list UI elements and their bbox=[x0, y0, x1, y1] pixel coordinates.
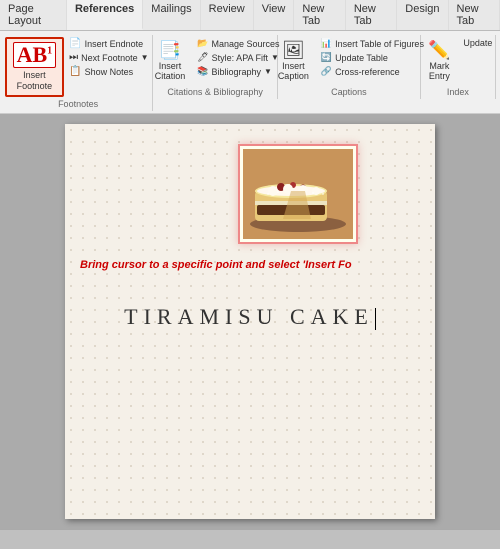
cross-ref-icon: 🔗 bbox=[321, 66, 332, 77]
insert-footnote-button[interactable]: AB1 Insert Footnote bbox=[5, 37, 65, 97]
tab-newtab3[interactable]: New Tab bbox=[449, 0, 500, 30]
cake-image-wrapper bbox=[238, 144, 358, 244]
group-index: ✏️ MarkEntry Update Index bbox=[421, 35, 496, 99]
tab-view[interactable]: View bbox=[254, 0, 295, 30]
document-title: TIRAMISU CAKE bbox=[65, 304, 435, 330]
index-group-label: Index bbox=[447, 87, 469, 97]
mark-entry-label: MarkEntry bbox=[429, 61, 450, 81]
captions-group-label: Captions bbox=[331, 87, 367, 97]
table-figures-icon: 📊 bbox=[321, 38, 332, 49]
citations-small: 📂 Manage Sources 🖊 Style: APA Fift ▼ 📚 B… bbox=[194, 37, 282, 78]
insert-caption-label: InsertCaption bbox=[278, 61, 309, 81]
style-dropdown[interactable]: 🖊 Style: APA Fift ▼ bbox=[194, 51, 282, 64]
update-table-button[interactable]: 🔄 Update Table bbox=[318, 51, 427, 64]
footnotes-buttons: AB1 Insert Footnote 📄 Insert Endnote ⏭ N… bbox=[5, 37, 152, 97]
manage-sources-label: Manage Sources bbox=[211, 39, 279, 49]
update-table-icon: 🔄 bbox=[321, 52, 332, 63]
cross-reference-button[interactable]: 🔗 Cross-reference bbox=[318, 65, 427, 78]
bibliography-button[interactable]: 📚 Bibliography ▼ bbox=[194, 65, 282, 78]
group-captions: 🖼 InsertCaption 📊 Insert Table of Figure… bbox=[278, 35, 421, 99]
document-area: Bring cursor to a specific point and sel… bbox=[0, 114, 500, 529]
ribbon-tab-bar: Page Layout References Mailings Review V… bbox=[0, 0, 500, 31]
cake-image bbox=[243, 149, 353, 239]
text-cursor bbox=[375, 308, 376, 330]
tab-review[interactable]: Review bbox=[201, 0, 254, 30]
next-footnote-button[interactable]: ⏭ Next Footnote ▼ bbox=[66, 51, 151, 64]
tab-references[interactable]: References bbox=[67, 0, 143, 30]
insert-citation-label: InsertCitation bbox=[155, 61, 186, 81]
bibliography-icon: 📚 bbox=[197, 66, 208, 77]
citations-group-label: Citations & Bibliography bbox=[167, 87, 263, 97]
tab-newtab2[interactable]: New Tab bbox=[346, 0, 397, 30]
update-index-label: Update bbox=[463, 38, 492, 48]
instruction-text: Bring cursor to a specific point and sel… bbox=[80, 259, 352, 271]
update-table-label: Update Table bbox=[335, 53, 388, 63]
show-notes-icon: 📋 bbox=[69, 66, 81, 77]
footnotes-group-label: Footnotes bbox=[58, 99, 98, 109]
mark-entry-icon: ✏️ bbox=[428, 41, 450, 59]
show-notes-button[interactable]: 📋 Show Notes bbox=[66, 65, 151, 78]
insert-endnote-button[interactable]: 📄 Insert Endnote bbox=[66, 37, 151, 50]
title-text: TIRAMISU CAKE bbox=[124, 304, 374, 329]
document-page[interactable]: Bring cursor to a specific point and sel… bbox=[65, 124, 435, 519]
insert-table-of-figures-button[interactable]: 📊 Insert Table of Figures bbox=[318, 37, 427, 50]
bibliography-label: Bibliography bbox=[211, 67, 261, 77]
endnote-icon: 📄 bbox=[69, 38, 81, 49]
tab-mailings[interactable]: Mailings bbox=[143, 0, 200, 30]
captions-buttons: 🖼 InsertCaption 📊 Insert Table of Figure… bbox=[271, 37, 427, 85]
status-bar bbox=[0, 529, 500, 549]
insert-citation-button[interactable]: 📑 InsertCitation bbox=[148, 37, 193, 85]
next-footnote-label: Next Footnote bbox=[81, 53, 138, 63]
index-small: Update bbox=[460, 37, 495, 49]
manage-sources-icon: 📂 bbox=[197, 38, 208, 49]
ribbon-content: AB1 Insert Footnote 📄 Insert Endnote ⏭ N… bbox=[0, 31, 500, 113]
next-footnote-icon: ⏭ bbox=[69, 52, 78, 63]
citation-icon: 📑 bbox=[159, 41, 181, 59]
index-buttons: ✏️ MarkEntry Update bbox=[420, 37, 495, 85]
insert-endnote-label: Insert Endnote bbox=[85, 39, 144, 49]
tab-design[interactable]: Design bbox=[397, 0, 448, 30]
insert-footnote-label: Insert Footnote bbox=[13, 70, 57, 92]
group-footnotes: AB1 Insert Footnote 📄 Insert Endnote ⏭ N… bbox=[4, 35, 153, 111]
footnote-icon: AB1 bbox=[13, 42, 57, 68]
tab-newtab1[interactable]: New Tab bbox=[294, 0, 345, 30]
style-icon: 🖊 bbox=[197, 52, 208, 63]
mark-entry-button[interactable]: ✏️ MarkEntry bbox=[420, 37, 458, 85]
show-notes-label: Show Notes bbox=[85, 67, 134, 77]
captions-small: 📊 Insert Table of Figures 🔄 Update Table… bbox=[318, 37, 427, 78]
style-label: Style: APA Fift bbox=[212, 53, 268, 63]
cross-ref-label: Cross-reference bbox=[335, 67, 400, 77]
group-citations: 📑 InsertCitation 📂 Manage Sources 🖊 Styl… bbox=[153, 35, 278, 99]
tab-page-layout[interactable]: Page Layout bbox=[0, 0, 67, 30]
update-index-button[interactable]: Update bbox=[460, 37, 495, 49]
caption-icon: 🖼 bbox=[282, 41, 305, 59]
footnotes-small-buttons: 📄 Insert Endnote ⏭ Next Footnote ▼ 📋 Sho… bbox=[66, 37, 151, 78]
manage-sources-button[interactable]: 📂 Manage Sources bbox=[194, 37, 282, 50]
insert-caption-button[interactable]: 🖼 InsertCaption bbox=[271, 37, 316, 85]
citations-buttons: 📑 InsertCitation 📂 Manage Sources 🖊 Styl… bbox=[148, 37, 283, 85]
table-figures-label: Insert Table of Figures bbox=[335, 39, 424, 49]
ribbon: Page Layout References Mailings Review V… bbox=[0, 0, 500, 114]
